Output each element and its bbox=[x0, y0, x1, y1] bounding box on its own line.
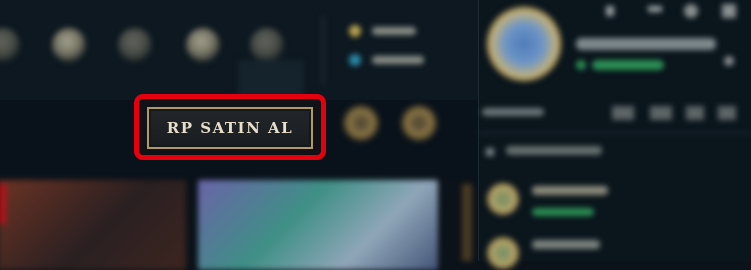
riot-points-amount bbox=[372, 56, 424, 64]
nav-divider bbox=[322, 16, 324, 86]
profile-avatar[interactable] bbox=[486, 6, 562, 82]
card-accent bbox=[0, 184, 6, 224]
friend-group-header[interactable] bbox=[506, 146, 602, 155]
buy-rp-button[interactable]: RP SATIN AL bbox=[147, 107, 313, 149]
chevron-down-icon[interactable] bbox=[486, 148, 494, 156]
online-status-text bbox=[592, 60, 664, 70]
loot-icon[interactable] bbox=[118, 28, 152, 62]
blue-essence-icon bbox=[349, 25, 361, 37]
collection-icon[interactable] bbox=[52, 28, 86, 62]
social-title bbox=[482, 108, 544, 116]
friend-avatar[interactable] bbox=[486, 236, 520, 270]
help-icon[interactable] bbox=[606, 6, 614, 16]
add-friend-icon[interactable] bbox=[612, 106, 634, 120]
chat-icon[interactable] bbox=[686, 106, 704, 120]
social-divider bbox=[478, 132, 751, 134]
blue-essence-amount bbox=[372, 27, 416, 35]
close-icon[interactable] bbox=[722, 4, 736, 18]
featured-card-right[interactable] bbox=[198, 180, 438, 270]
buy-rp-label: RP SATIN AL bbox=[166, 119, 294, 137]
riot-points-icon bbox=[349, 54, 361, 66]
event-round-icon[interactable] bbox=[400, 104, 438, 142]
queue-round-icon[interactable] bbox=[342, 104, 380, 142]
sort-icon[interactable] bbox=[718, 106, 736, 120]
featured-card-left[interactable] bbox=[0, 180, 186, 270]
friend-name bbox=[532, 240, 600, 249]
friend-avatar[interactable] bbox=[486, 182, 520, 216]
friends-icon[interactable] bbox=[650, 106, 672, 120]
settings-icon[interactable] bbox=[684, 4, 698, 18]
minimize-icon[interactable] bbox=[648, 6, 662, 12]
scrollbar[interactable] bbox=[462, 184, 472, 261]
friend-status bbox=[532, 208, 594, 216]
summoner-name bbox=[576, 38, 716, 50]
online-status-icon bbox=[576, 60, 586, 70]
shop-icon[interactable] bbox=[186, 28, 220, 62]
friend-name bbox=[532, 186, 608, 195]
store-icon[interactable] bbox=[250, 28, 284, 62]
profile-menu-icon[interactable] bbox=[724, 56, 734, 66]
